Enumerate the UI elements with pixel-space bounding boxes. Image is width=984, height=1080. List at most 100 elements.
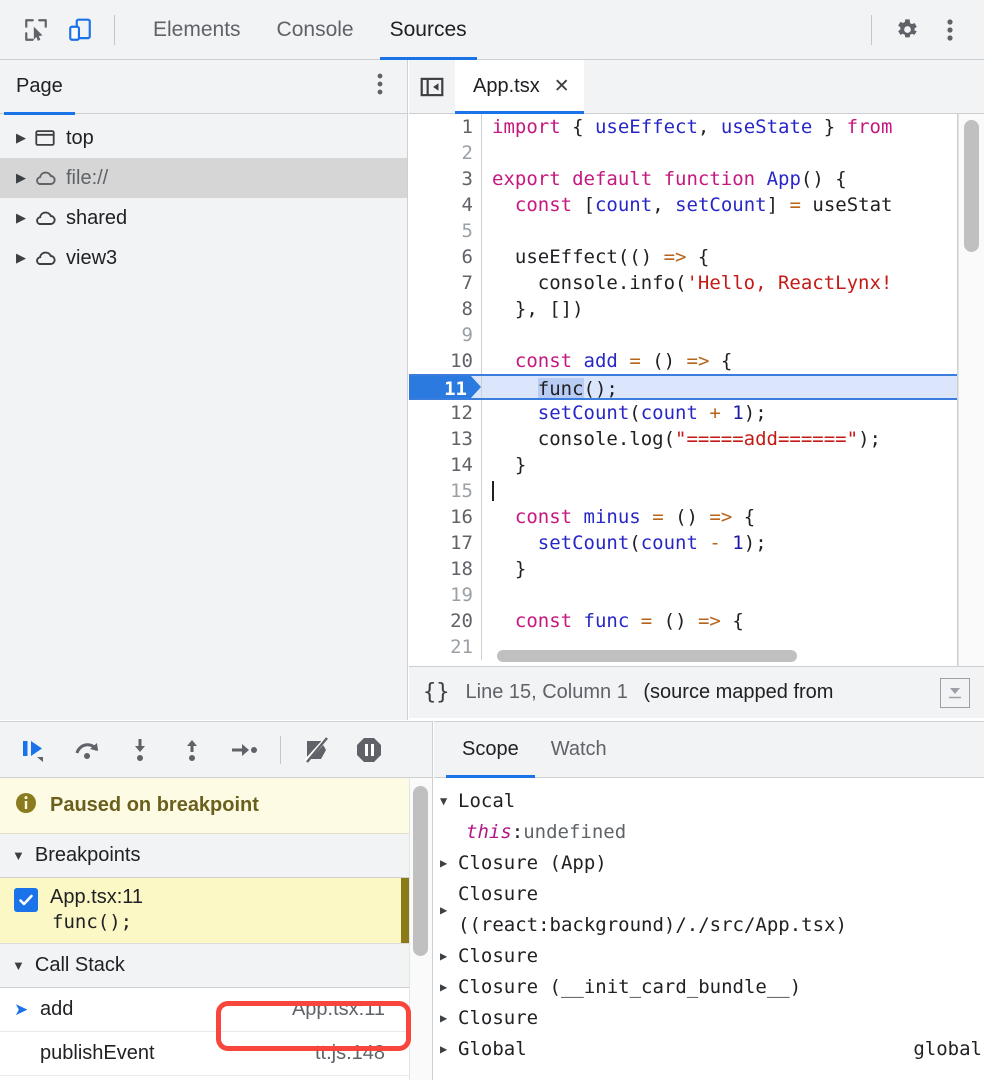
code-line[interactable]: 8 }, []) (409, 296, 984, 322)
code-line[interactable]: 9 (409, 322, 984, 348)
code-line[interactable]: 16 const minus = () => { (409, 504, 984, 530)
code-line[interactable]: 3 export default function App() { (409, 166, 984, 192)
expand-triangle-icon[interactable]: ▶ (12, 250, 30, 266)
expand-triangle-icon[interactable]: ▶ (12, 130, 30, 146)
tree-item-top[interactable]: ▶ top (0, 118, 407, 158)
line-number[interactable]: 7 (409, 270, 481, 296)
breakpoint-checkbox[interactable] (14, 888, 38, 912)
step-over-button[interactable] (64, 728, 112, 772)
code-line[interactable]: 2 (409, 140, 984, 166)
pretty-print-icon[interactable]: {} (423, 680, 450, 705)
more-vertical-icon[interactable] (928, 8, 972, 52)
tab-sources[interactable]: Sources (372, 0, 485, 60)
step-out-button[interactable] (168, 728, 216, 772)
line-number[interactable]: 21 (409, 634, 481, 660)
code-line[interactable]: 13 console.log("=====add======"); (409, 426, 984, 452)
device-toolbar-icon[interactable] (58, 8, 102, 52)
scrollbar-thumb[interactable] (413, 786, 428, 956)
chevron-right-icon[interactable]: ▶ (440, 848, 458, 879)
line-number[interactable]: 9 (409, 322, 481, 348)
code-line[interactable]: 5 (409, 218, 984, 244)
chevron-right-icon[interactable]: ▶ (440, 879, 458, 941)
expand-triangle-icon[interactable]: ▶ (12, 170, 30, 186)
tab-page[interactable]: Page (0, 60, 79, 115)
line-number[interactable]: 17 (409, 530, 481, 556)
code-line[interactable]: 20 const func = () => { (409, 608, 984, 634)
code-area[interactable]: 1 import { useEffect, useState } from 2 3 ex… (409, 114, 984, 666)
line-number[interactable]: 19 (409, 582, 481, 608)
line-number[interactable]: 2 (409, 140, 481, 166)
scope-group-global[interactable]: ▶ Global global (440, 1034, 984, 1065)
tab-watch[interactable]: Watch (535, 722, 623, 777)
scope-group-closure[interactable]: ▶ Closure (__init_card_bundle__) (440, 972, 984, 1003)
scope-group-closure[interactable]: ▶ Closure ((react:background)/./src/App.t… (440, 879, 984, 941)
line-number[interactable]: 4 (409, 192, 481, 218)
chevron-right-icon[interactable]: ▶ (440, 972, 458, 1003)
step-into-button[interactable] (116, 728, 164, 772)
chevron-right-icon[interactable]: ▶ (440, 1003, 458, 1034)
scrollbar-thumb[interactable] (964, 120, 979, 252)
code-vertical-scrollbar[interactable] (958, 114, 984, 666)
code-line-current[interactable]: 11 func(); (409, 374, 984, 400)
call-stack-section-header[interactable]: ▼ Call Stack (0, 944, 409, 988)
scope-group-closure[interactable]: ▶ Closure (440, 941, 984, 972)
code-line[interactable]: 6 useEffect(() => { (409, 244, 984, 270)
code-line[interactable]: 19 (409, 582, 984, 608)
scope-group-local[interactable]: ▼ Local (440, 786, 984, 817)
tab-elements[interactable]: Elements (135, 0, 259, 60)
line-number[interactable]: 13 (409, 426, 481, 452)
line-number[interactable]: 1 (409, 114, 481, 140)
scope-group-closure[interactable]: ▶ Closure (App) (440, 848, 984, 879)
line-number[interactable]: 20 (409, 608, 481, 634)
navigator-more-icon[interactable] (377, 72, 383, 101)
show-navigator-icon[interactable] (409, 60, 455, 113)
code-line[interactable]: 14 } (409, 452, 984, 478)
chevron-down-icon[interactable]: ▼ (12, 848, 25, 863)
line-number[interactable]: 18 (409, 556, 481, 582)
debugger-vertical-scrollbar[interactable] (409, 778, 432, 1080)
line-number[interactable]: 14 (409, 452, 481, 478)
code-line[interactable]: 7 console.info('Hello, ReactLynx! (409, 270, 984, 296)
line-number[interactable]: 6 (409, 244, 481, 270)
pause-on-exceptions-button[interactable] (345, 728, 393, 772)
breakpoints-section-header[interactable]: ▼ Breakpoints (0, 834, 409, 878)
code-horizontal-scrollbar[interactable] (497, 650, 797, 662)
line-number[interactable]: 3 (409, 166, 481, 192)
chevron-down-icon[interactable]: ▼ (12, 958, 25, 973)
call-stack-frame-add[interactable]: ➤ add App.tsx:11 (0, 988, 409, 1032)
gear-icon[interactable] (884, 8, 928, 52)
code-line[interactable]: 17 setCount(count - 1); (409, 530, 984, 556)
tree-item-view3[interactable]: ▶ view3 (0, 238, 407, 278)
breakpoint-item[interactable]: App.tsx:11 func(); (0, 878, 409, 944)
line-number[interactable]: 11 (409, 376, 481, 398)
tab-scope[interactable]: Scope (446, 722, 535, 778)
resume-button[interactable] (12, 728, 60, 772)
line-number[interactable]: 16 (409, 504, 481, 530)
step-button[interactable] (220, 728, 268, 772)
code-line[interactable]: 18 } (409, 556, 984, 582)
inspect-cursor-icon[interactable] (14, 8, 58, 52)
line-number[interactable]: 10 (409, 348, 481, 374)
code-line[interactable]: 12 setCount(count + 1); (409, 400, 984, 426)
deactivate-breakpoints-button[interactable] (293, 728, 341, 772)
tab-console[interactable]: Console (259, 0, 372, 60)
code-line[interactable]: 15 (409, 478, 984, 504)
tree-item-shared[interactable]: ▶ shared (0, 198, 407, 238)
tree-item-file[interactable]: ▶ file:// (0, 158, 407, 198)
line-number[interactable]: 8 (409, 296, 481, 322)
code-line[interactable]: 1 import { useEffect, useState } from (409, 114, 984, 140)
file-tab-app-tsx[interactable]: App.tsx ✕ (455, 60, 584, 114)
call-stack-frame-publishevent[interactable]: publishEvent tt.js:148 (0, 1032, 409, 1076)
close-icon[interactable]: ✕ (554, 75, 570, 98)
line-number[interactable]: 15 (409, 478, 481, 504)
line-number[interactable]: 5 (409, 218, 481, 244)
code-line[interactable]: 10 const add = () => { (409, 348, 984, 374)
chevron-right-icon[interactable]: ▶ (440, 1034, 458, 1065)
expand-triangle-icon[interactable]: ▶ (12, 210, 30, 226)
scope-group-closure[interactable]: ▶ Closure (440, 1003, 984, 1034)
show-more-icon[interactable] (940, 677, 970, 708)
code-line[interactable]: 4 const [count, setCount] = useStat (409, 192, 984, 218)
chevron-right-icon[interactable]: ▶ (440, 941, 458, 972)
line-number[interactable]: 12 (409, 400, 481, 426)
chevron-down-icon[interactable]: ▼ (440, 786, 458, 817)
